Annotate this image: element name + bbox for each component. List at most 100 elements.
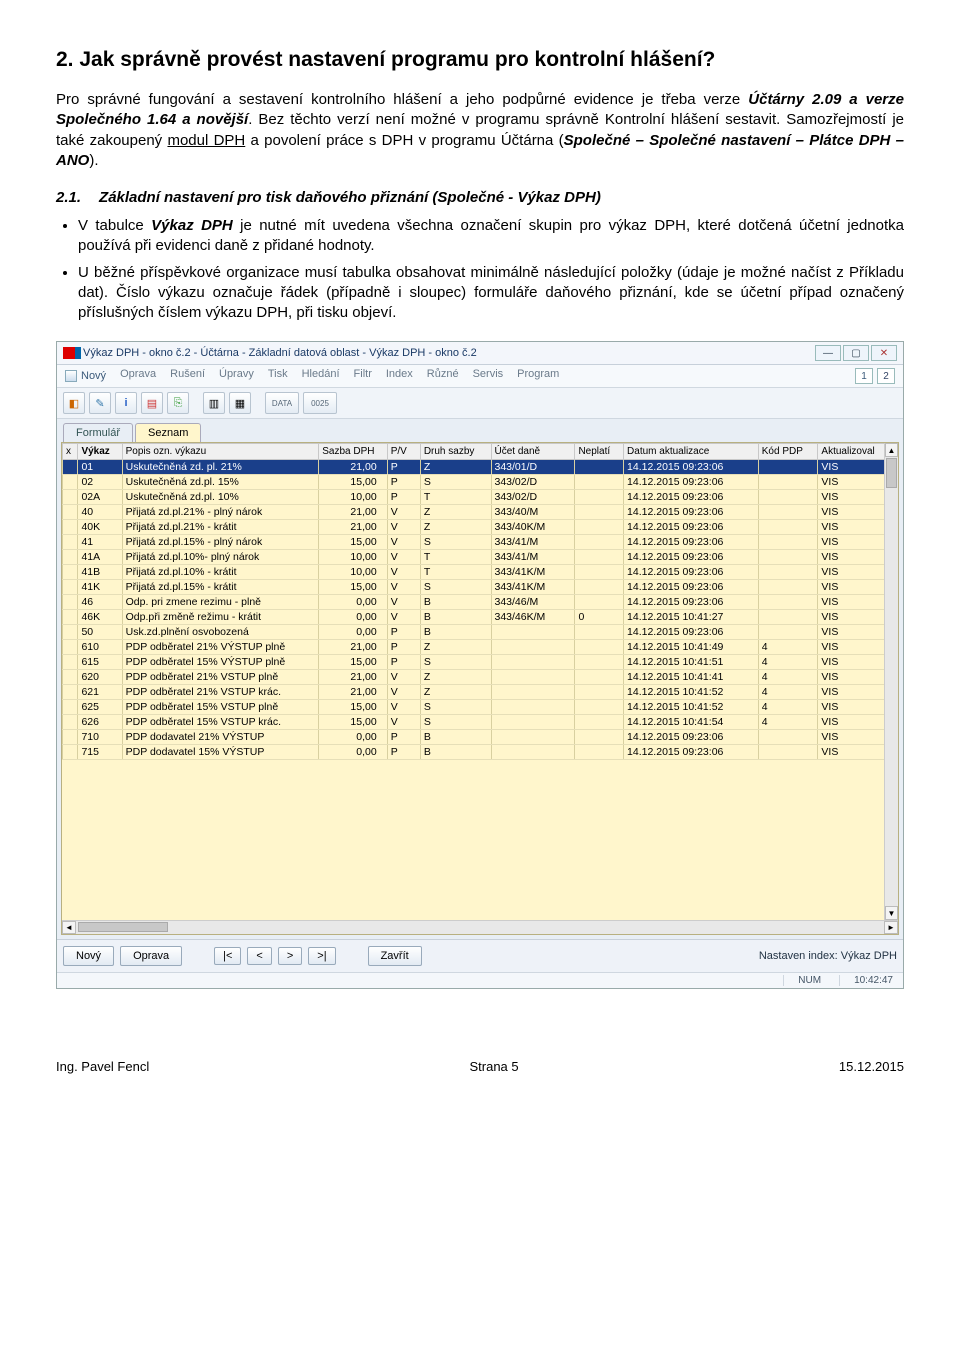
subsection-title: Základní nastavení pro tisk daňového při… (99, 189, 601, 206)
table-row[interactable]: 40Přijatá zd.pl.21% - plný nárok21,00VZ3… (63, 505, 898, 520)
col-header[interactable]: x (63, 444, 78, 460)
table-row[interactable]: 46Odp. pri zmene rezimu - plně0,00VB343/… (63, 595, 898, 610)
cell: 10,00 (319, 565, 387, 580)
menu-oprava[interactable]: Oprava (120, 368, 156, 384)
menu-ruseni[interactable]: Rušení (170, 368, 205, 384)
tool-icon[interactable]: ◧ (63, 392, 85, 414)
tab-formular[interactable]: Formulář (63, 423, 133, 442)
novy-button[interactable]: Nový (63, 946, 114, 966)
prev-button[interactable]: < (247, 947, 271, 965)
vertical-scrollbar[interactable]: ▲ ▼ (884, 443, 898, 920)
menu-ruzne[interactable]: Různé (427, 368, 459, 384)
oprava-button[interactable]: Oprava (120, 946, 182, 966)
cell: S (420, 580, 491, 595)
tool-icon[interactable]: ⎘ (167, 392, 189, 414)
page-1-button[interactable]: 1 (855, 368, 873, 384)
scroll-left-icon[interactable]: ◄ (62, 921, 76, 934)
col-header[interactable]: Popis ozn. výkazu (122, 444, 319, 460)
data-button[interactable]: DATA (265, 392, 299, 414)
col-header[interactable]: P/V (387, 444, 420, 460)
tool-icon[interactable]: ▥ (203, 392, 225, 414)
scroll-down-icon[interactable]: ▼ (885, 906, 898, 920)
menu-program[interactable]: Program (517, 368, 559, 384)
cell: 02A (78, 490, 122, 505)
cell: V (387, 520, 420, 535)
cell: Z (420, 670, 491, 685)
table-row[interactable]: 41KPřijatá zd.pl.15% - krátit15,00VS343/… (63, 580, 898, 595)
cell (491, 685, 575, 700)
horizontal-scrollbar[interactable]: ◄ ► (62, 920, 898, 934)
table-row[interactable]: 40KPřijatá zd.pl.21% - krátit21,00VZ343/… (63, 520, 898, 535)
scroll-thumb[interactable] (78, 922, 168, 932)
text: a povolení práce s DPH v programu Účtárn… (245, 132, 563, 149)
col-header[interactable]: Účet daně (491, 444, 575, 460)
cell: 15,00 (319, 655, 387, 670)
col-header[interactable]: Výkaz (78, 444, 122, 460)
table-row[interactable]: 50Usk.zd.plnění osvobozená0,00PB14.12.20… (63, 625, 898, 640)
page-2-button[interactable]: 2 (877, 368, 895, 384)
col-header[interactable]: Neplatí (575, 444, 624, 460)
table-row[interactable]: 02Uskutečněná zd.pl. 15%15,00PS343/02/D1… (63, 475, 898, 490)
next-button[interactable]: > (278, 947, 302, 965)
tab-seznam[interactable]: Seznam (135, 423, 201, 442)
col-header[interactable]: Datum aktualizace (624, 444, 759, 460)
data-table[interactable]: xVýkazPopis ozn. výkazuSazba DPHP/VDruh … (62, 443, 898, 760)
cell: PDP dodavatel 21% VÝSTUP (122, 730, 319, 745)
cell: 15,00 (319, 700, 387, 715)
cell (491, 670, 575, 685)
cell: S (420, 700, 491, 715)
table-row[interactable]: 41Přijatá zd.pl.15% - plný nárok15,00VS3… (63, 535, 898, 550)
cell: 14.12.2015 10:41:52 (624, 685, 759, 700)
table-row[interactable]: 01Uskutečněná zd. pl. 21%21,00PZ343/01/D… (63, 460, 898, 475)
tool-icon[interactable]: ▤ (141, 392, 163, 414)
tool-icon[interactable]: ✎ (89, 392, 111, 414)
menu-servis[interactable]: Servis (473, 368, 504, 384)
table-row[interactable]: 710PDP dodavatel 21% VÝSTUP0,00PB14.12.2… (63, 730, 898, 745)
code-button[interactable]: 0025 (303, 392, 337, 414)
cell: T (420, 490, 491, 505)
cell: 343/41/M (491, 550, 575, 565)
zavrit-button[interactable]: Zavřít (368, 946, 422, 966)
table-row[interactable]: 621PDP odběratel 21% VSTUP krác.21,00VZ1… (63, 685, 898, 700)
cell (63, 595, 78, 610)
cell: PDP odběratel 21% VSTUP plně (122, 670, 319, 685)
menu-tisk[interactable]: Tisk (268, 368, 288, 384)
cell: 715 (78, 745, 122, 760)
scroll-thumb[interactable] (886, 458, 897, 488)
cell (575, 475, 624, 490)
maximize-button[interactable]: ▢ (843, 345, 869, 361)
table-row[interactable]: 620PDP odběratel 21% VSTUP plně21,00VZ14… (63, 670, 898, 685)
table-row[interactable]: 41APřijatá zd.pl.10%- plný nárok10,00VT3… (63, 550, 898, 565)
cell: Přijatá zd.pl.10%- plný nárok (122, 550, 319, 565)
tool-icon[interactable]: ▦ (229, 392, 251, 414)
table-row[interactable]: 715PDP dodavatel 15% VÝSTUP0,00PB14.12.2… (63, 745, 898, 760)
scroll-right-icon[interactable]: ► (884, 921, 898, 934)
cell: 15,00 (319, 715, 387, 730)
menu-filtr[interactable]: Filtr (354, 368, 372, 384)
menu-index[interactable]: Index (386, 368, 413, 384)
cell: 0,00 (319, 625, 387, 640)
cell (758, 580, 818, 595)
cell (63, 685, 78, 700)
table-row[interactable]: 46KOdp.při změně režimu - krátit0,00VB34… (63, 610, 898, 625)
menu-novy[interactable]: Nový (65, 368, 106, 384)
table-row[interactable]: 625PDP odběratel 15% VSTUP plně15,00VS14… (63, 700, 898, 715)
table-row[interactable]: 41BPřijatá zd.pl.10% - krátit10,00VT343/… (63, 565, 898, 580)
table-row[interactable]: 615PDP odběratel 15% VÝSTUP plně15,00PS1… (63, 655, 898, 670)
col-header[interactable]: Kód PDP (758, 444, 818, 460)
close-button[interactable]: ✕ (871, 345, 897, 361)
menu-hledani[interactable]: Hledání (302, 368, 340, 384)
table-row[interactable]: 610PDP odběratel 21% VÝSTUP plně21,00PZ1… (63, 640, 898, 655)
col-header[interactable]: Druh sazby (420, 444, 491, 460)
table-row[interactable]: 626PDP odběratel 15% VSTUP krác.15,00VS1… (63, 715, 898, 730)
last-button[interactable]: >| (308, 947, 335, 965)
first-button[interactable]: |< (214, 947, 241, 965)
menu-upravy[interactable]: Úpravy (219, 368, 254, 384)
minimize-button[interactable]: — (815, 345, 841, 361)
bullet-list: V tabulce Výkaz DPH je nutné mít uvedena… (78, 216, 904, 323)
table-row[interactable]: 02AUskutečněná zd.pl. 10%10,00PT343/02/D… (63, 490, 898, 505)
cell: 40K (78, 520, 122, 535)
scroll-up-icon[interactable]: ▲ (885, 443, 898, 457)
col-header[interactable]: Sazba DPH (319, 444, 387, 460)
info-icon[interactable]: i (115, 392, 137, 414)
